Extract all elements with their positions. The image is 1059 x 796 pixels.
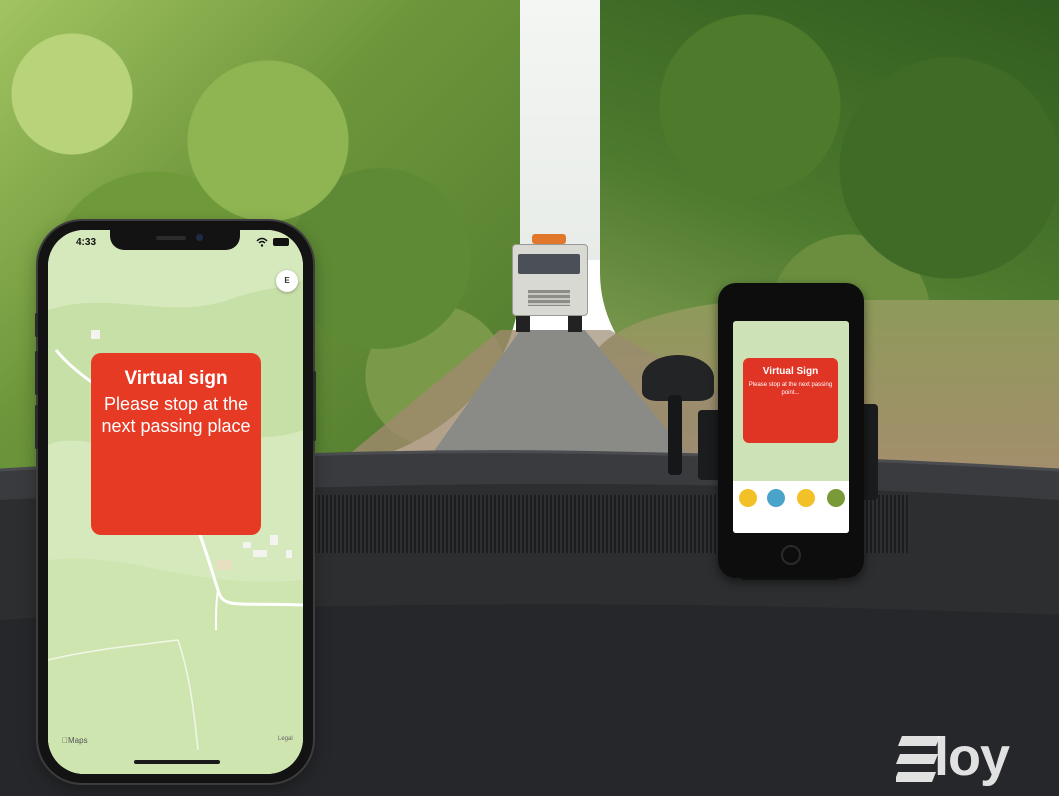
earpiece-speaker (156, 236, 186, 240)
phone-mockup: 4:33 E Virtual sign Please stop at the n… (35, 221, 316, 783)
volume-down-button (35, 405, 38, 449)
eloy-logo-text: loy (934, 727, 1010, 787)
home-indicator[interactable] (134, 760, 220, 764)
phone-notch (110, 230, 240, 250)
chat-icon[interactable] (739, 489, 757, 507)
apple-maps-logo: Maps (62, 736, 88, 745)
maps-label: Maps (62, 736, 88, 745)
mounted-sign-message: Please stop at the next passing point... (748, 382, 833, 396)
car-icon[interactable] (767, 489, 785, 507)
wifi-icon (256, 237, 268, 247)
mounted-phone: Virtual Sign Please stop at the next pas… (718, 283, 864, 578)
settings-icon[interactable] (827, 489, 845, 507)
mounted-virtual-sign: Virtual Sign Please stop at the next pas… (743, 358, 838, 443)
photo-scene: Virtual Sign Please stop at the next pas… (0, 0, 1059, 796)
power-button (313, 371, 316, 441)
volume-up-button (35, 351, 38, 395)
mounted-sign-title: Virtual Sign (762, 366, 819, 377)
home-button[interactable] (781, 545, 801, 565)
battery-icon (273, 238, 289, 246)
virtual-sign-card: Virtual sign Please stop at the next pas… (91, 353, 261, 535)
compass-icon[interactable]: E (276, 270, 298, 292)
virtual-sign-title: Virtual sign (124, 368, 228, 389)
phone-screen: 4:33 E Virtual sign Please stop at the n… (48, 230, 303, 774)
mounted-phone-screen: Virtual Sign Please stop at the next pas… (733, 321, 849, 533)
front-camera (196, 234, 203, 241)
virtual-sign-message: Please stop at the next passing place (101, 394, 251, 436)
eloy-logo: loy (896, 726, 1056, 790)
status-time: 4:33 (76, 237, 97, 248)
mounted-app-dock (733, 481, 849, 533)
home-icon[interactable] (797, 489, 815, 507)
mount-arm (668, 395, 682, 475)
mute-switch (35, 313, 38, 337)
legal-link[interactable]: Legal (278, 736, 293, 742)
